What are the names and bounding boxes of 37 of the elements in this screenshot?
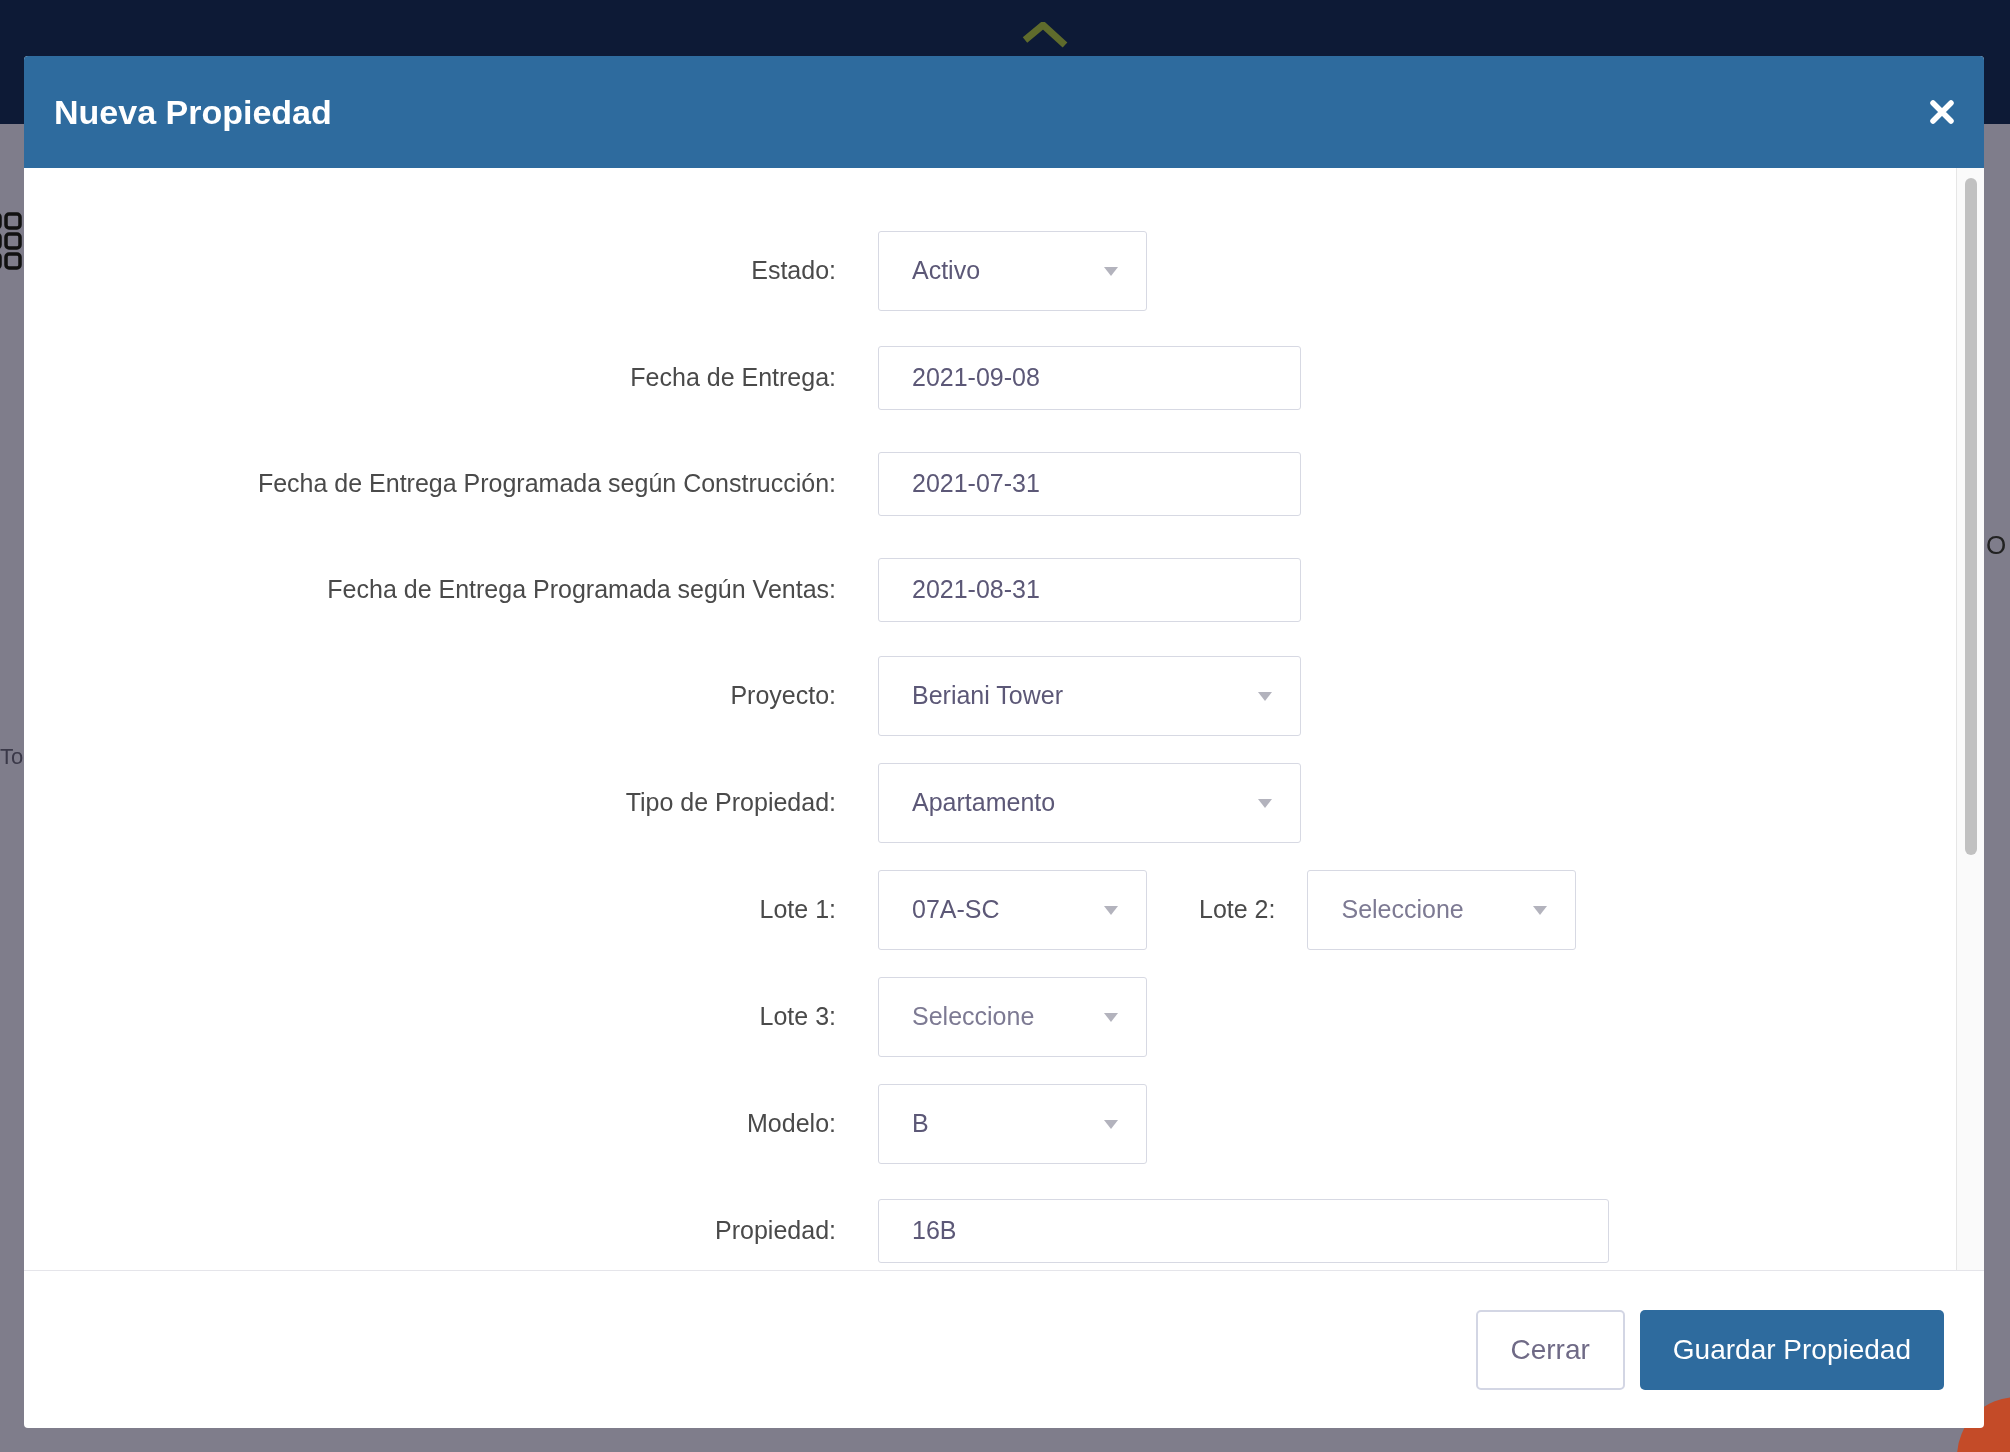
caret-icon	[1104, 1012, 1118, 1022]
field-label: Tipo de Propiedad:	[624, 787, 837, 819]
field-label: Modelo:	[746, 1108, 837, 1140]
caret-icon	[1258, 691, 1272, 701]
field-label: Estado:	[750, 255, 837, 287]
grid-icon	[0, 212, 24, 272]
field-label: Propiedad:	[714, 1214, 837, 1246]
dropdown-select[interactable]: Beriani Tower	[878, 656, 1301, 736]
dropdown-select[interactable]: Seleccione	[1307, 870, 1577, 950]
save-button[interactable]: Guardar Propiedad	[1639, 1309, 1944, 1390]
field-label: Lote 3:	[758, 1001, 837, 1033]
caret-icon	[1104, 266, 1118, 276]
field-label: Lote 1:	[758, 894, 837, 926]
input-field[interactable]: 2021-08-31	[878, 557, 1301, 622]
field-label: Fecha de Entrega Programada según Construcción:	[256, 467, 837, 499]
dropdown-select[interactable]: Activo	[878, 231, 1147, 311]
dropdown-select[interactable]: B	[878, 1084, 1147, 1164]
field-label: Fecha de Entrega:	[629, 361, 837, 393]
field-label: Proyecto:	[729, 680, 837, 712]
close-icon[interactable]	[1930, 100, 1954, 124]
caret-icon	[1104, 905, 1118, 915]
input-field[interactable]: 16B	[878, 1198, 1609, 1263]
background-text: O	[1986, 529, 2007, 562]
dropdown-select[interactable]: Apartamento	[878, 763, 1301, 843]
dropdown-select[interactable]: 07A-SC	[878, 870, 1147, 950]
caret-icon	[1533, 905, 1548, 915]
dialog-title: Nueva Propiedad	[54, 91, 332, 133]
caret-icon	[1258, 798, 1272, 808]
field-label: Fecha de Entrega Programada según Ventas:	[326, 573, 837, 605]
field-label: Lote 2:	[1199, 894, 1276, 926]
input-field[interactable]: 2021-07-31	[878, 451, 1301, 516]
scrollbar-thumb[interactable]	[1964, 178, 1977, 855]
close-button[interactable]: Cerrar	[1475, 1309, 1625, 1390]
caret-icon	[1104, 1119, 1118, 1129]
input-field[interactable]: 2021-09-08	[878, 345, 1301, 410]
background-text: To	[0, 743, 24, 771]
dropdown-select[interactable]: Seleccione	[878, 977, 1147, 1057]
